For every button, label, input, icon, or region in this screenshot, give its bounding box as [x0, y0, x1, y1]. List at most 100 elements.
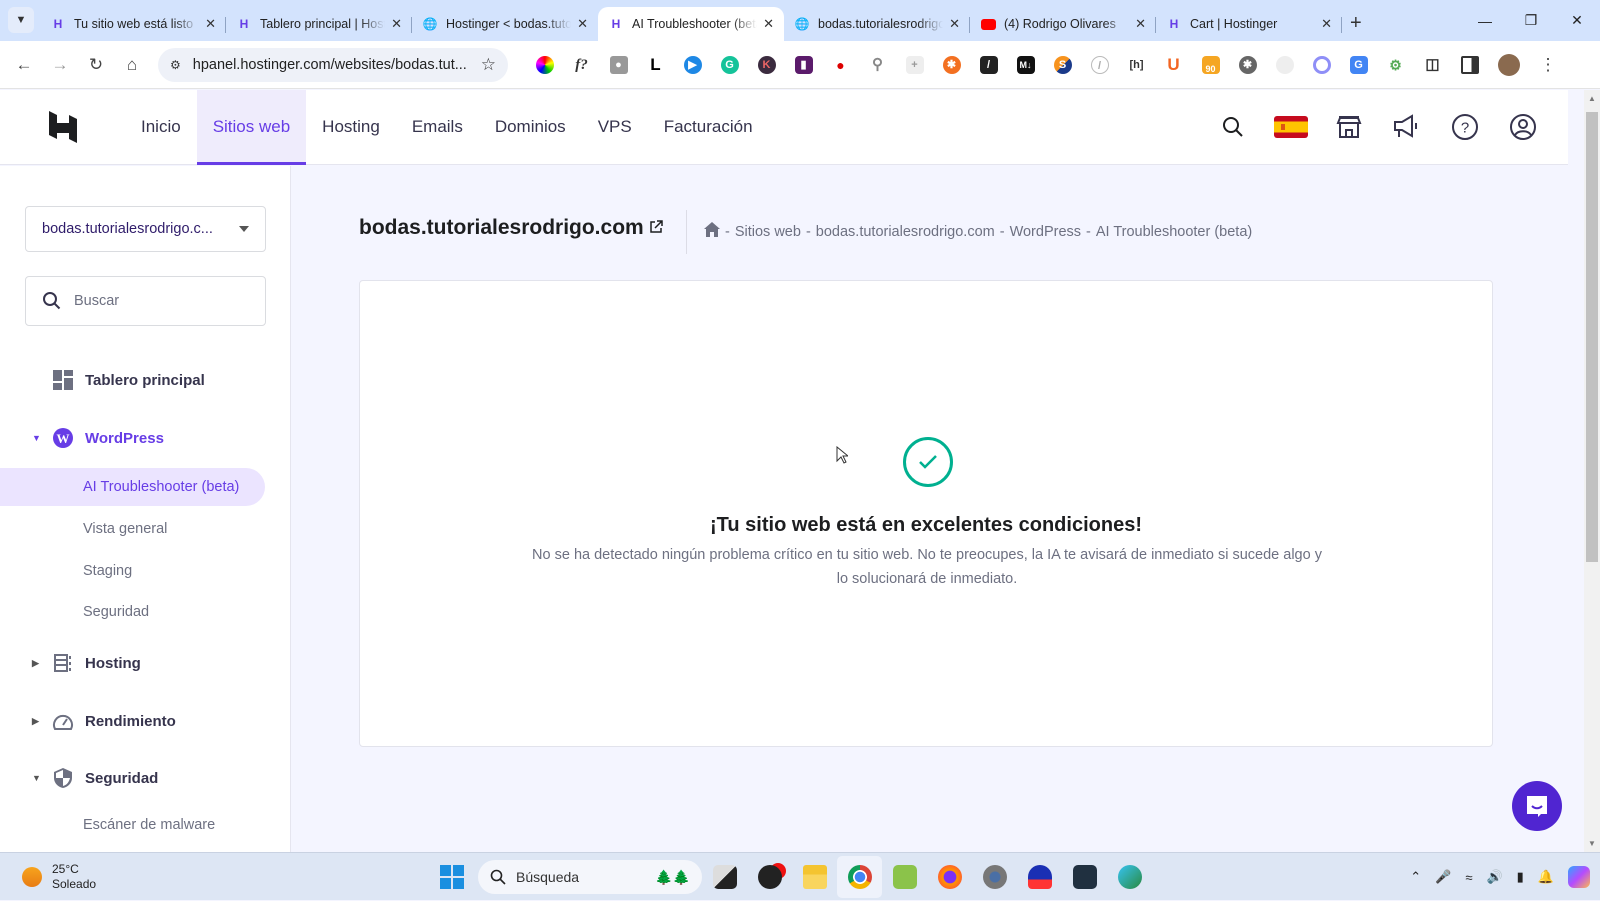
translate-extension-icon[interactable]: G [1340, 55, 1377, 74]
wifi-icon[interactable]: ≈ [1465, 870, 1472, 885]
search-icon[interactable] [1204, 115, 1262, 139]
scrollbar-thumb[interactable] [1586, 112, 1598, 562]
breadcrumb-sitios-web[interactable]: Sitios web [735, 224, 801, 240]
sidebar-sub-vista-general[interactable]: Vista general [0, 510, 265, 548]
site-info-icon[interactable]: ⚙ [170, 58, 181, 72]
close-tab-icon[interactable]: ✕ [763, 16, 774, 32]
pen-extension-icon[interactable]: / [1081, 55, 1118, 74]
nav-dominios[interactable]: Dominios [479, 90, 582, 164]
close-window-button[interactable]: ✕ [1554, 12, 1600, 29]
close-tab-icon[interactable]: ✕ [391, 16, 402, 32]
orange-extension-icon[interactable]: ✱ [933, 55, 970, 74]
u-extension-icon[interactable]: U [1155, 55, 1192, 74]
browser-tab[interactable]: (4) Rodrigo Olivares ✕ [970, 7, 1156, 41]
account-icon[interactable] [1494, 113, 1552, 141]
chrome-icon[interactable] [837, 856, 882, 898]
close-tab-icon[interactable]: ✕ [1135, 16, 1146, 32]
hostinger-logo[interactable] [0, 90, 125, 164]
browser-tab-active[interactable]: H AI Troubleshooter (beta) ✕ [598, 7, 784, 41]
home-icon[interactable] [704, 222, 720, 241]
chart-extension-icon[interactable]: ▮ [785, 55, 822, 74]
external-link-icon[interactable] [649, 219, 663, 237]
nav-emails[interactable]: Emails [396, 90, 479, 164]
sidebar-sub-ai-troubleshooter[interactable]: AI Troubleshooter (beta) [0, 468, 265, 506]
audacity-icon[interactable] [1017, 865, 1062, 889]
forward-button[interactable]: → [42, 55, 78, 75]
filmora-icon[interactable] [1062, 865, 1107, 889]
address-bar[interactable]: ⚙ hpanel.hostinger.com/websites/bodas.tu… [158, 47, 508, 82]
bookmark-star-icon[interactable]: ☆ [481, 55, 496, 75]
browser-tab[interactable]: H Cart | Hostinger ✕ [1156, 7, 1342, 41]
notepad-icon[interactable] [882, 865, 927, 889]
nav-sitios-web[interactable]: Sitios web [196, 90, 307, 165]
slash-extension-icon[interactable]: / [970, 55, 1007, 74]
ring-extension-icon[interactable] [1303, 55, 1340, 74]
copilot-icon[interactable] [1568, 866, 1590, 888]
store-icon[interactable] [1320, 114, 1378, 140]
reload-button[interactable]: ↻ [78, 55, 114, 75]
megaphone-icon[interactable] [1378, 114, 1436, 140]
volume-icon[interactable]: 🔊 [1486, 869, 1502, 885]
weather-widget[interactable]: 25°C Soleado [22, 862, 96, 892]
breadcrumb-site[interactable]: bodas.tutorialesrodrigo.com [816, 224, 995, 240]
nav-hosting[interactable]: Hosting [306, 90, 396, 164]
browser-tab[interactable]: 🌐 bodas.tutorialesrodrigo ✕ [784, 7, 970, 41]
browser-tab[interactable]: H Tablero principal | Hostinger ✕ [226, 7, 412, 41]
spain-flag-icon[interactable] [1262, 116, 1320, 138]
badge-extension-icon[interactable]: 90 [1192, 55, 1229, 74]
battery-icon[interactable]: ▮ [1517, 869, 1524, 885]
grammarly-extension-icon[interactable]: G [711, 55, 748, 74]
close-tab-icon[interactable]: ✕ [205, 16, 216, 32]
s-extension-icon[interactable]: S [1044, 55, 1081, 74]
breadcrumb-wordpress[interactable]: WordPress [1010, 224, 1081, 240]
browser-tab[interactable]: 🌐 Hostinger < bodas.tutorialesrodrigo ✕ [412, 7, 598, 41]
taskbar-search[interactable]: Búsqueda 🌲🌲 [478, 860, 702, 894]
task-view-icon[interactable] [702, 865, 747, 889]
browser-tab[interactable]: H Tu sitio web está listo ✕ [40, 7, 226, 41]
sidebar-sub-staging[interactable]: Staging [0, 552, 265, 590]
font-identifier-extension-icon[interactable]: f? [563, 56, 600, 74]
gear-arrow-extension-icon[interactable]: ⚙ [1377, 56, 1414, 74]
website-selector[interactable]: bodas.tutorialesrodrigo.c... [25, 206, 266, 252]
nav-inicio[interactable]: Inicio [125, 90, 197, 164]
l-extension-icon[interactable]: L [637, 55, 674, 74]
page-scrollbar[interactable]: ▲ ▼ [1584, 90, 1600, 852]
screenshot-extension-icon[interactable]: ● [600, 55, 637, 74]
home-button[interactable]: ⌂ [114, 55, 150, 75]
page-extension-icon[interactable]: + [896, 55, 933, 74]
nav-vps[interactable]: VPS [582, 90, 648, 164]
close-tab-icon[interactable]: ✕ [577, 16, 588, 32]
side-panel-icon[interactable] [1451, 55, 1488, 74]
chat-support-button[interactable] [1512, 781, 1562, 831]
sidebar-sub-seguridad[interactable]: Seguridad [0, 593, 265, 631]
sidebar-item-seguridad[interactable]: ▼ Seguridad [0, 758, 291, 798]
scroll-up-icon[interactable]: ▲ [1588, 94, 1596, 103]
sidebar-search-input[interactable]: Buscar [25, 276, 266, 326]
tab-search-button[interactable]: ▼ [8, 7, 34, 33]
obs-icon[interactable] [747, 865, 792, 889]
firefox-icon[interactable] [927, 865, 972, 889]
microphone-icon[interactable]: 🎤 [1435, 869, 1451, 885]
help-icon[interactable]: ? [1436, 113, 1494, 141]
close-tab-icon[interactable]: ✕ [1321, 16, 1332, 32]
sidebar-item-tablero[interactable]: Tablero principal [0, 360, 291, 400]
windows-start-icon[interactable] [440, 865, 464, 889]
zoom-extension-icon[interactable]: ⚲ [859, 56, 896, 74]
notification-icon[interactable]: 🔔 [1538, 869, 1554, 885]
chrome-menu-icon[interactable]: ⋮ [1530, 55, 1566, 75]
extensions-puzzle-icon[interactable]: ◫ [1414, 56, 1451, 74]
player-extension-icon[interactable]: ▶ [674, 55, 711, 74]
sidebar-item-hosting[interactable]: ▶ Hosting [0, 643, 291, 683]
h-extension-icon[interactable]: [h] [1118, 56, 1155, 74]
settings-icon[interactable] [972, 865, 1017, 889]
k-extension-icon[interactable]: K [748, 55, 785, 74]
puzzle-extension-icon[interactable]: ✱ [1229, 55, 1266, 74]
record-extension-icon[interactable]: ● [822, 56, 859, 74]
new-tab-button[interactable]: + [1350, 12, 1362, 35]
sidebar-item-wordpress[interactable]: ▼ W WordPress [0, 418, 291, 458]
tray-overflow-icon[interactable]: ⌃ [1410, 869, 1421, 885]
minimize-button[interactable]: — [1462, 13, 1508, 29]
edge-icon[interactable] [1107, 865, 1152, 889]
scroll-down-icon[interactable]: ▼ [1588, 839, 1596, 848]
sidebar-sub-escaner-malware[interactable]: Escáner de malware [0, 806, 265, 844]
